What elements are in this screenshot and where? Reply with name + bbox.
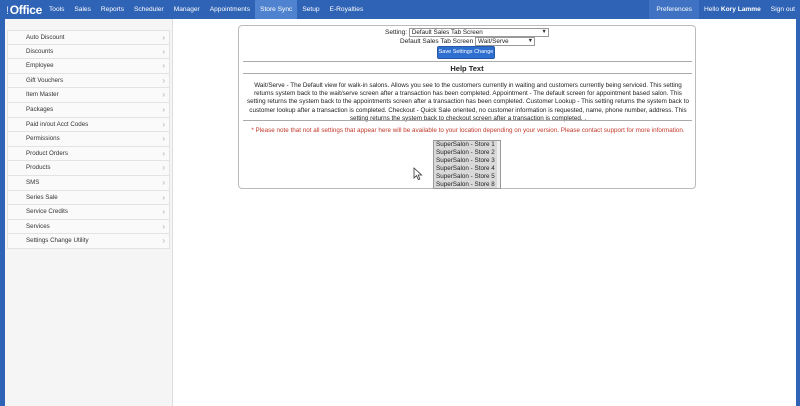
nav-item-scheduler[interactable]: Scheduler	[129, 0, 169, 19]
nav-item-manager[interactable]: Manager	[169, 0, 205, 19]
chevron-right-icon: ›	[162, 163, 165, 173]
chevron-down-icon: ▼	[541, 29, 547, 35]
nav-item-e-royalties[interactable]: E-Royalties	[325, 0, 369, 19]
sign-out-link[interactable]: Sign out	[766, 0, 800, 19]
nav-user-area: Preferences Hello Kory Lamme Sign out	[649, 0, 800, 19]
chevron-right-icon: ›	[162, 192, 165, 202]
list-item[interactable]: SuperSalon - Store 5	[434, 173, 500, 181]
chevron-right-icon: ›	[162, 177, 165, 187]
chevron-right-icon: ›	[162, 236, 165, 246]
sidebar-item-auto-discount[interactable]: Auto Discount ›	[7, 30, 170, 45]
settings-panel: Setting: Default Sales Tab Screen ▼ Defau…	[238, 25, 696, 189]
sidebar-item-employee[interactable]: Employee ›	[7, 59, 170, 74]
app-logo[interactable]: !Office	[0, 3, 44, 17]
list-item[interactable]: SuperSalon - Store 2	[434, 149, 500, 157]
sidebar-item-packages[interactable]: Packages ›	[7, 102, 170, 118]
help-text: Wait/Serve - The Default view for walk-i…	[247, 82, 689, 122]
sidebar-item-service-credits[interactable]: Service Credits ›	[7, 205, 170, 220]
sidebar-item-gift-vouchers[interactable]: Gift Vouchers ›	[7, 73, 170, 89]
nav-item-reports[interactable]: Reports	[96, 0, 129, 19]
chevron-right-icon: ›	[162, 134, 165, 144]
sidebar-item-discounts[interactable]: Discounts ›	[7, 44, 170, 60]
store-list[interactable]: SuperSalon - Store 1 SuperSalon - Store …	[433, 140, 501, 189]
top-nav: !Office Tools Sales Reports Scheduler Ma…	[0, 0, 800, 19]
list-item[interactable]: SuperSalon - Store 8	[434, 181, 500, 188]
setting-label: Setting:	[385, 28, 408, 36]
chevron-right-icon: ›	[162, 148, 165, 158]
nav-item-sales[interactable]: Sales	[69, 0, 96, 19]
scrollbar[interactable]	[497, 141, 500, 188]
nav-item-tools[interactable]: Tools	[44, 0, 69, 19]
version-notice: * Please note that not all settings that…	[251, 127, 685, 134]
divider	[243, 61, 692, 62]
chevron-down-icon: ▼	[527, 38, 534, 44]
sidebar-item-series-sale[interactable]: Series Sale ›	[7, 190, 170, 206]
user-name: Kory Lamme	[720, 6, 761, 13]
mouse-cursor-icon	[413, 167, 423, 181]
user-greeting: Hello Kory Lamme	[703, 6, 761, 13]
sidebar-item-services[interactable]: Services ›	[7, 219, 170, 235]
nav-item-appointments[interactable]: Appointments	[205, 0, 255, 19]
list-item[interactable]: SuperSalon - Store 4	[434, 165, 500, 173]
chevron-right-icon: ›	[162, 33, 165, 42]
list-item[interactable]: SuperSalon - Store 3	[434, 157, 500, 165]
divider	[243, 120, 692, 121]
main-content: Setting: Default Sales Tab Screen ▼ Defau…	[173, 19, 796, 406]
sidebar-item-product-orders[interactable]: Product Orders ›	[7, 146, 170, 162]
sidebar: Auto Discount › Discounts › Employee › Gift…	[5, 19, 173, 406]
setting-select[interactable]: Default Sales Tab Screen ▼	[408, 28, 549, 37]
sidebar-item-products[interactable]: Products ›	[7, 161, 170, 176]
help-title: Help Text	[450, 64, 484, 73]
nav-menu: Tools Sales Reports Scheduler Manager Ap…	[44, 0, 368, 19]
field-row: Default Sales Tab Screen Wait/Serve ▼	[400, 37, 536, 46]
save-settings-button[interactable]: Save Settings Change	[437, 46, 495, 59]
preferences-link[interactable]: Preferences	[649, 0, 699, 19]
default-sales-tab-select[interactable]: Wait/Serve ▼	[475, 37, 536, 46]
nav-item-store-sync[interactable]: Store Sync	[255, 0, 298, 19]
nav-item-setup[interactable]: Setup	[297, 0, 324, 19]
chevron-right-icon: ›	[162, 104, 165, 114]
sidebar-item-item-master[interactable]: Item Master ›	[7, 88, 170, 103]
chevron-right-icon: ›	[162, 119, 165, 129]
sidebar-item-sms[interactable]: SMS ›	[7, 175, 170, 191]
chevron-right-icon: ›	[162, 207, 165, 217]
divider	[243, 73, 692, 74]
sidebar-item-settings-change-utility[interactable]: Settings Change Utility ›	[7, 234, 170, 249]
chevron-right-icon: ›	[162, 90, 165, 100]
list-item[interactable]: SuperSalon - Store 1	[434, 141, 500, 149]
chevron-right-icon: ›	[162, 46, 165, 56]
chevron-right-icon: ›	[162, 61, 165, 71]
setting-row: Setting: Default Sales Tab Screen ▼	[385, 28, 549, 37]
sidebar-item-paid-in-out-acct-codes[interactable]: Paid in/out Acct Codes ›	[7, 117, 170, 133]
right-gutter	[796, 19, 800, 406]
chevron-right-icon: ›	[162, 75, 165, 85]
sidebar-item-permissions[interactable]: Permissions ›	[7, 132, 170, 147]
chevron-right-icon: ›	[162, 221, 165, 231]
field-label: Default Sales Tab Screen	[400, 37, 474, 45]
